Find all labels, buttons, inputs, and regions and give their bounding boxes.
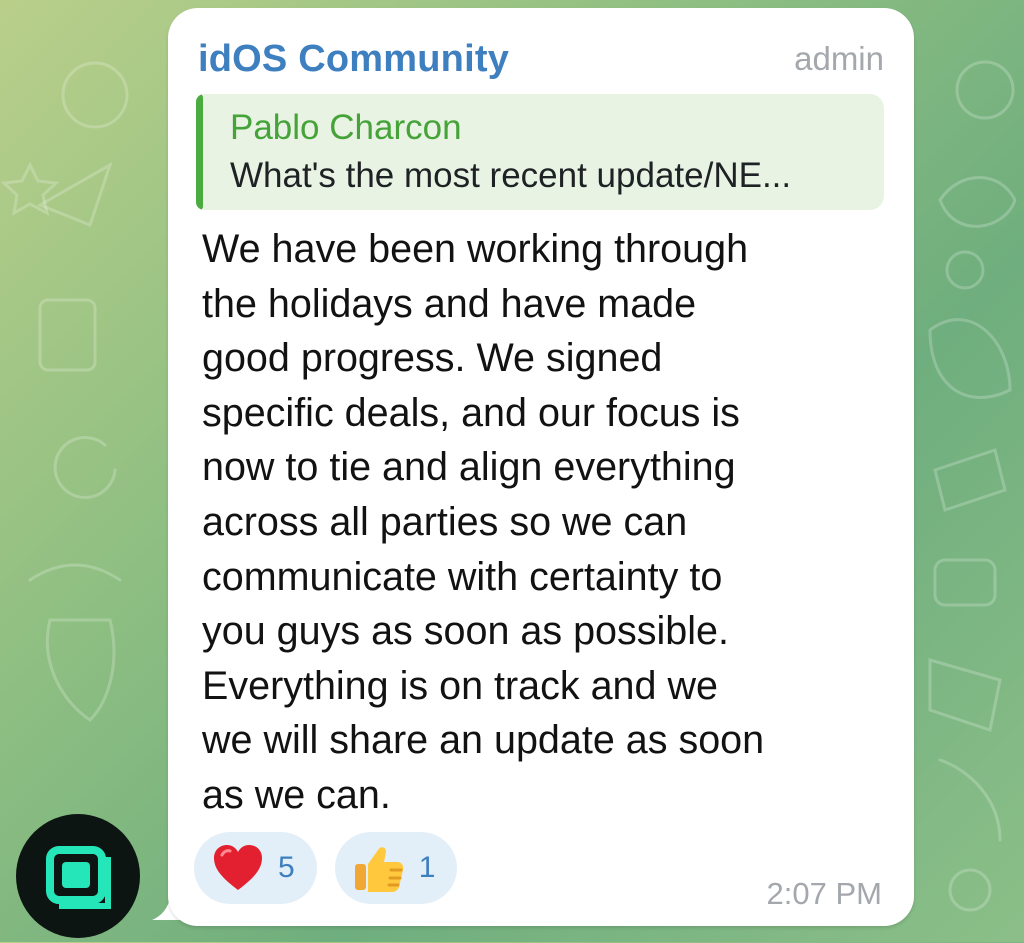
reactions-bar: 5 1 [194, 832, 458, 904]
sender-role-label: admin [794, 40, 884, 77]
red-heart-icon [214, 845, 262, 890]
reply-quote-bar [196, 94, 203, 210]
reply-preview: What's the most recent update/NE... [230, 156, 792, 195]
reaction-heart[interactable]: 5 [194, 832, 317, 904]
sender-name[interactable]: idOS Community [198, 38, 509, 81]
message-bubble[interactable]: idOS Community admin Pablo Charcon What'… [168, 8, 914, 926]
sender-avatar[interactable] [16, 814, 140, 938]
reaction-heart-count: 5 [278, 851, 295, 884]
reply-quote[interactable]: Pablo Charcon What's the most recent upd… [196, 94, 884, 210]
reply-author: Pablo Charcon [230, 108, 462, 147]
reaction-thumbs-up[interactable]: 1 [334, 832, 458, 904]
idos-logo-icon [46, 846, 111, 909]
message-text: We have been working through the holiday… [202, 227, 765, 817]
reaction-thumbs-up-count: 1 [418, 851, 436, 884]
thumbs-up-icon [354, 847, 403, 892]
message-timestamp: 2:07 PM [766, 876, 882, 911]
